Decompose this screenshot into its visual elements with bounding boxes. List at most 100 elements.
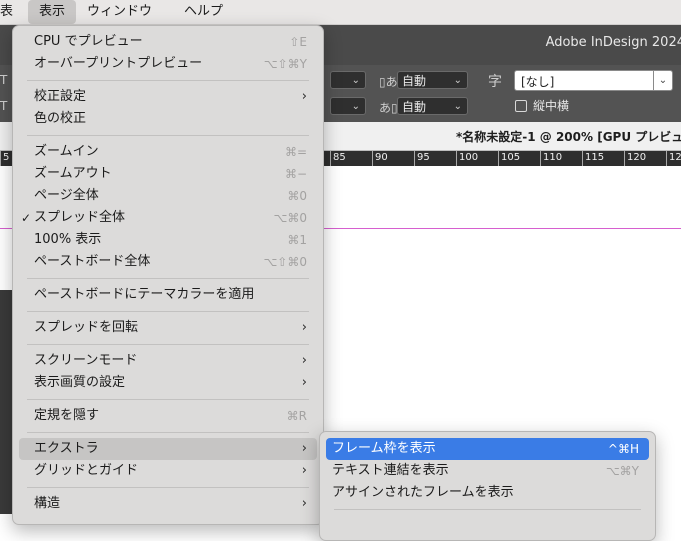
chevron-right-icon: › [301, 441, 307, 456]
ruler-label: 100 [459, 152, 479, 163]
menu-item-hide-rulers[interactable]: 定規を隠す ⌘R [19, 405, 317, 427]
document-title: *名称未設定-1 @ 200% [GPU プレビュー] [456, 130, 681, 144]
ruler-label: 110 [543, 152, 563, 163]
menu-item-actual-size[interactable]: 100% 表示 ⌘1 [19, 229, 317, 251]
menu-item-label: 校正設定 [34, 89, 87, 104]
menu-item-display-performance[interactable]: 表示画質の設定 › [19, 372, 317, 394]
view-menu: CPU でプレビュー ⇧E オーバープリントプレビュー ⌥⇧⌘Y 校正設定 › … [12, 25, 324, 525]
menu-separator [27, 432, 309, 433]
menu-separator [334, 509, 641, 510]
moji-kumi-value: [なし] [521, 75, 555, 89]
menu-item-label: グリッドとガイド [34, 463, 139, 478]
chevron-down-icon: ⌄ [453, 75, 462, 86]
menu-item-label: オーバープリントプレビュー [34, 56, 203, 71]
menu-item-fit-spread[interactable]: ✓ スプレッド全体 ⌥⌘0 [19, 207, 317, 229]
menu-item-label: ズームアウト [34, 166, 112, 181]
ruler-tick: 110 [540, 151, 562, 166]
menu-item-label: CPU でプレビュー [34, 34, 143, 49]
menu-item-show-frame-edges[interactable]: フレーム枠を表示 ^⌘H [326, 438, 649, 460]
aki-before-dropdown[interactable]: 自動 ⌄ [397, 71, 468, 89]
chevron-down-icon: ⌄ [351, 101, 360, 112]
ruler-label: 105 [501, 152, 521, 163]
menu-table[interactable]: 表 [0, 0, 18, 24]
kerning-icon: T [0, 99, 8, 113]
aki-after-dropdown[interactable]: 自動 ⌄ [397, 97, 468, 115]
baseline-dropdown[interactable]: ⌄ [330, 97, 366, 115]
menu-separator [27, 278, 309, 279]
menu-item-entire-pasteboard[interactable]: ペーストボード全体 ⌥⇧⌘0 [19, 251, 317, 273]
menu-item-fit-page[interactable]: ページ全体 ⌘0 [19, 185, 317, 207]
ruler-tick: 12 [666, 151, 681, 166]
menu-item-grids-guides[interactable]: グリッドとガイド › [19, 460, 317, 482]
moji-kumi-dropdown[interactable]: [なし] ⌄ [514, 70, 673, 91]
ruler-tick: 90 [372, 151, 388, 166]
menu-item-cpu-preview[interactable]: CPU でプレビュー ⇧E [19, 31, 317, 53]
leading-dropdown[interactable]: ⌄ [330, 71, 366, 89]
menu-separator [27, 487, 309, 488]
menu-item-proof-colors[interactable]: 色の校正 [19, 108, 317, 130]
menu-item-zoom-in[interactable]: ズームイン ⌘= [19, 141, 317, 163]
tatechuyoko-checkbox[interactable] [515, 100, 527, 112]
menu-separator [27, 135, 309, 136]
menu-item-shortcut: ⌥⇧⌘Y [263, 57, 307, 71]
menu-item-label: 表示画質の設定 [34, 375, 126, 390]
menu-item-show-assigned-frames[interactable]: アサインされたフレームを表示 [326, 482, 649, 504]
menu-item-overprint-preview[interactable]: オーバープリントプレビュー ⌥⇧⌘Y [19, 53, 317, 75]
menu-item-structure[interactable]: 構造 › [19, 493, 317, 515]
chevron-down-icon: ⌄ [653, 71, 672, 90]
menu-item-label: ペーストボードにテーマカラーを適用 [34, 287, 255, 302]
menu-item-show-text-threads[interactable]: テキスト連結を表示 ⌥⌘Y [326, 460, 649, 482]
ruler-label: 85 [333, 152, 346, 163]
menu-view[interactable]: 表示 [28, 0, 77, 24]
menu-item-label: スプレッドを回転 [34, 320, 139, 335]
menu-item-label: ペーストボード全体 [34, 254, 151, 269]
menu-item-zoom-out[interactable]: ズームアウト ⌘− [19, 163, 317, 185]
aki-after-icon: あ▯ [379, 101, 398, 115]
tracking-icon: T [0, 73, 8, 87]
menu-window[interactable]: ウィンドウ [76, 0, 163, 24]
menu-item-rotate-spread[interactable]: スプレッドを回転 › [19, 317, 317, 339]
aki-before-icon: ▯あ [379, 75, 398, 89]
menu-item-screen-mode[interactable]: スクリーンモード › [19, 350, 317, 372]
ruler-label: 95 [417, 152, 430, 163]
chevron-down-icon: ⌄ [453, 101, 462, 112]
menu-item-proof-setup[interactable]: 校正設定 › [19, 86, 317, 108]
menu-item-label: 100% 表示 [34, 232, 102, 247]
menu-separator [27, 344, 309, 345]
ruler-tick: 100 [456, 151, 478, 166]
aki-after-value: 自動 [402, 100, 427, 114]
menu-item-extras[interactable]: エクストラ › [19, 438, 317, 460]
chevron-right-icon: › [301, 353, 307, 368]
ruler-tick: 85 [330, 151, 346, 166]
menu-bar: 表 表示 ウィンドウ ヘルプ [0, 0, 681, 25]
menu-item-label: テキスト連結を表示 [332, 463, 449, 478]
app-title: Adobe InDesign 2024 [545, 35, 681, 50]
menu-item-shortcut: ⌘− [284, 167, 307, 181]
chevron-right-icon: › [301, 463, 307, 478]
menu-item-shortcut: ⌥⇧⌘0 [263, 255, 307, 269]
extras-submenu: フレーム枠を表示 ^⌘H テキスト連結を表示 ⌥⌘Y アサインされたフレームを表… [319, 431, 656, 541]
menu-item-label: アサインされたフレームを表示 [332, 485, 514, 500]
menu-item-label: エクストラ [34, 441, 99, 456]
chevron-right-icon: › [301, 320, 307, 335]
menu-separator [27, 80, 309, 81]
chevron-right-icon: › [301, 375, 307, 390]
menu-item-shortcut: ⌥⌘0 [273, 211, 307, 225]
character-icon: 字 [488, 74, 502, 90]
menu-item-shortcut: ⇧E [289, 35, 307, 49]
menu-item-shortcut: ⌘1 [287, 233, 307, 247]
checkmark-icon: ✓ [21, 211, 32, 225]
ruler-label: 5 [3, 152, 10, 163]
chevron-down-icon: ⌄ [351, 75, 360, 86]
menu-item-label: 色の校正 [34, 111, 87, 126]
ruler-label: 115 [585, 152, 605, 163]
menu-help[interactable]: ヘルプ [173, 0, 234, 24]
ruler-tick: 105 [498, 151, 520, 166]
menu-item-shortcut: ⌘0 [287, 189, 307, 203]
ruler-label: 120 [627, 152, 647, 163]
menu-item-label: スクリーンモード [34, 353, 138, 368]
menu-item-pasteboard-theme-color[interactable]: ペーストボードにテーマカラーを適用 [19, 284, 317, 306]
menu-separator [27, 311, 309, 312]
ruler-label: 90 [375, 152, 388, 163]
menu-item-shortcut: ^⌘H [607, 442, 639, 456]
